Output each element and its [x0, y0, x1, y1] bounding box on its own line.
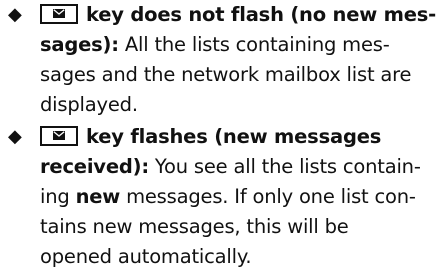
envelope-key-icon	[40, 126, 78, 146]
item-text-line3-bold: new	[75, 185, 121, 208]
envelope-key-icon	[40, 4, 78, 24]
item-heading-line2: sages):	[40, 33, 119, 56]
item-text-line3a: ing	[40, 185, 76, 208]
item-text-line5: opened automatically.	[40, 245, 252, 268]
manual-page: ◆ key does not flash (no new mes- sages)…	[0, 0, 444, 268]
list-item-key-not-flashing: ◆ key does not flash (no new mes- sages)…	[6, 0, 438, 120]
item-heading-line2: received):	[40, 155, 149, 178]
item-text-line3: sages and the network mailbox list are	[40, 63, 412, 86]
item-heading-line1: key does not flash (no new mes-	[86, 3, 437, 26]
diamond-bullet-icon: ◆	[8, 4, 22, 25]
item-heading-line1: key flashes (new messages	[86, 125, 382, 148]
item-text-line4: tains new messages, this will be	[40, 215, 349, 238]
item-text-line4: displayed.	[40, 93, 138, 116]
item-text-line2: You see all the lists contain-	[148, 155, 421, 178]
list-item-key-flashing: ◆ key flashes (new messages received): Y…	[6, 122, 438, 272]
item-text-line2: All the lists containing mes-	[118, 33, 390, 56]
item-text-line3b: messages. If only one list con-	[120, 185, 416, 208]
diamond-bullet-icon: ◆	[8, 126, 22, 147]
